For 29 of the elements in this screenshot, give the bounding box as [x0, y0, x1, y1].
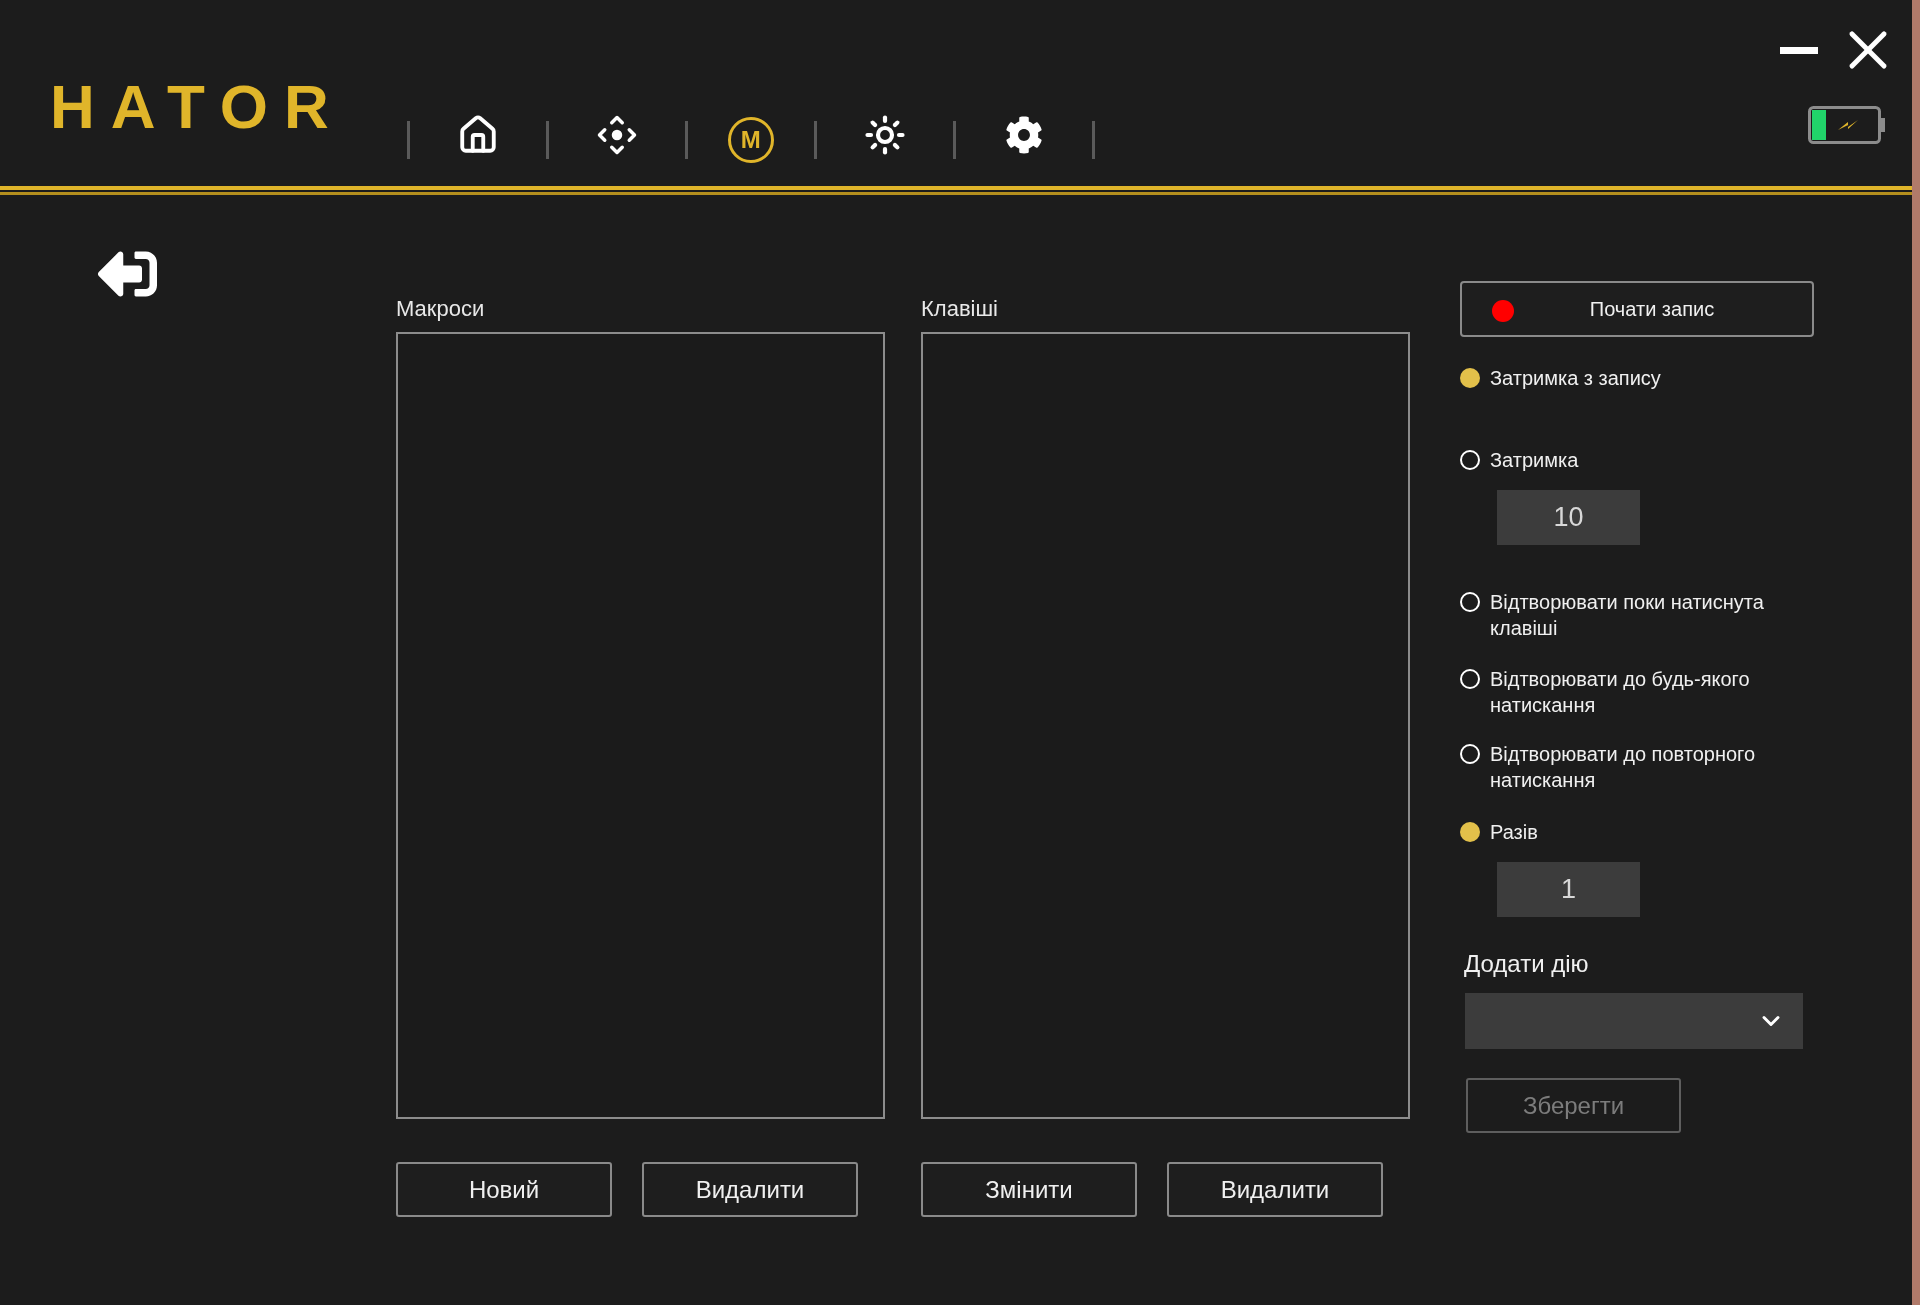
action-button[interactable]: Видалити	[1167, 1162, 1383, 1217]
radio-button[interactable]	[1460, 450, 1480, 470]
radio-button[interactable]	[1460, 822, 1480, 842]
action-button[interactable]: Змінити	[921, 1162, 1137, 1217]
option-label: Відтворювати до будь-якого натискання	[1490, 667, 1751, 718]
macro-tab[interactable]: M	[727, 117, 774, 163]
option-label: Відтворювати до повторного натискання	[1490, 742, 1757, 793]
number-field[interactable]: 1	[1497, 862, 1640, 917]
radio-button[interactable]	[1460, 592, 1480, 612]
minimize-icon[interactable]	[1780, 46, 1818, 54]
brand-logo: HATOR	[50, 76, 345, 136]
list-title: Макроси	[396, 295, 486, 323]
move-arrows-icon	[595, 114, 638, 156]
radio-button[interactable]	[1460, 669, 1480, 689]
close-icon[interactable]	[1848, 30, 1888, 70]
radio-button[interactable]	[1460, 744, 1480, 764]
action-button[interactable]: Новий	[396, 1162, 612, 1217]
option-label: Відтворювати поки натиснута клавіші	[1490, 590, 1765, 641]
number-field[interactable]: 10	[1497, 490, 1640, 545]
action-button[interactable]: Видалити	[642, 1162, 858, 1217]
record-button[interactable]: Почати запис	[1460, 281, 1814, 337]
option-label: Затримка з запису	[1490, 366, 1662, 391]
radio-button[interactable]	[1460, 368, 1480, 388]
list-title: Клавіші	[921, 295, 999, 323]
option-label: Затримка	[1490, 448, 1580, 473]
save-button: Зберегти	[1466, 1078, 1681, 1133]
option-label: Разів	[1490, 820, 1539, 845]
add-action-label: Додати дію	[1464, 950, 1590, 978]
battery-icon	[1808, 106, 1886, 144]
